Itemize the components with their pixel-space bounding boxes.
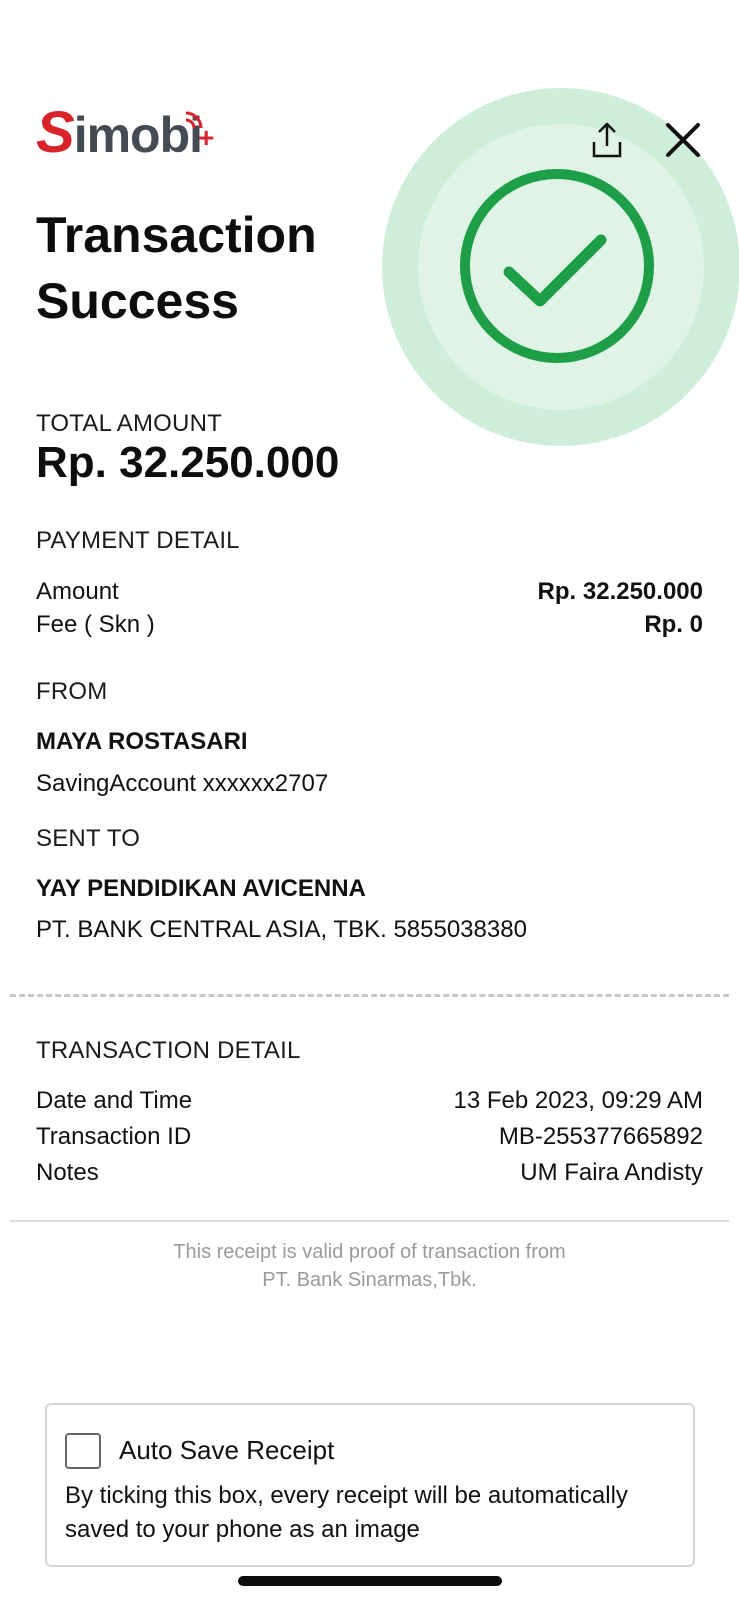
simobi-logo: Simobi + [36,104,216,174]
total-amount-label: TOTAL AMOUNT [36,410,222,437]
date-row: Date and Time 13 Feb 2023, 09:29 AM [36,1087,703,1115]
receipt-note-line1: This receipt is valid proof of transacti… [173,1241,566,1263]
amount-value: Rp. 32.250.000 [537,578,703,605]
notes-value: UM Faira Andisty [520,1159,703,1186]
share-button[interactable] [587,120,627,160]
receipt-note: This receipt is valid proof of transacti… [0,1238,739,1294]
auto-save-description: By ticking this box, every receipt will … [65,1482,628,1543]
close-icon [666,123,700,157]
date-value: 13 Feb 2023, 09:29 AM [453,1087,703,1114]
dashed-divider [10,994,729,997]
receipt-note-line2: PT. Bank Sinarmas,Tbk. [262,1269,477,1291]
sender-name: MAYA ROSTASARI [36,728,248,755]
home-indicator [238,1576,502,1586]
recipient-name: YAY PENDIDIKAN AVICENNA [36,875,366,902]
date-label: Date and Time [36,1087,193,1114]
page-title: Transaction Success [36,207,317,329]
transaction-id-row: Transaction ID MB-255377665892 [36,1123,703,1151]
checkmark-icon [460,169,654,363]
amount-label: Amount [36,578,119,605]
sent-to-label: SENT TO [36,825,141,852]
total-amount-value: Rp. 32.250.000 [36,438,340,487]
auto-save-title[interactable]: Auto Save Receipt [119,1435,334,1466]
top-actions [587,120,703,160]
transaction-detail-label: TRANSACTION DETAIL [36,1037,301,1064]
close-button[interactable] [663,120,703,160]
auto-save-panel: Auto Save Receipt By ticking this box, e… [45,1403,695,1567]
solid-divider [10,1220,729,1222]
recipient-account: PT. BANK CENTRAL ASIA, TBK. 5855038380 [36,916,527,943]
notes-label: Notes [36,1159,99,1186]
from-label: FROM [36,678,108,705]
logo-text: Simobi [36,100,203,165]
share-icon [592,122,622,158]
notes-row: Notes UM Faira Andisty [36,1159,703,1187]
payment-detail-label: PAYMENT DETAIL [36,527,240,554]
amount-row: Amount Rp. 32.250.000 [36,578,703,606]
fee-row: Fee ( Skn ) Rp. 0 [36,611,703,639]
fee-value: Rp. 0 [644,611,703,638]
transaction-id-value: MB-255377665892 [498,1123,703,1150]
logo-plus: + [198,122,215,153]
transaction-id-label: Transaction ID [36,1123,192,1150]
sender-account: SavingAccount xxxxxx2707 [36,770,329,797]
auto-save-checkbox[interactable] [65,1433,101,1469]
fee-label: Fee ( Skn ) [36,611,155,638]
